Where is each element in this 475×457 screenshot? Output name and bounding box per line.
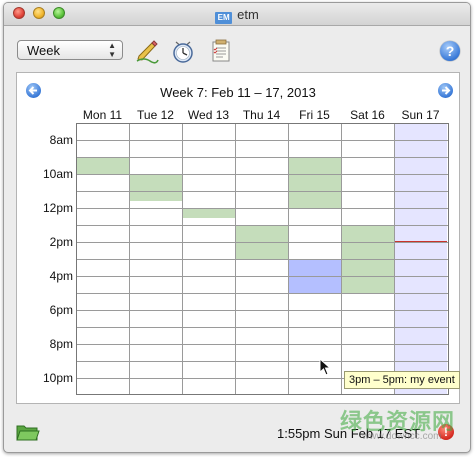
event-block[interactable] [342, 226, 394, 294]
day-header: Wed 13 [187, 108, 230, 122]
hour-label: 12pm [42, 201, 73, 215]
view-select-value: Week [27, 43, 60, 58]
grid-hour-line [77, 259, 448, 260]
week-grid[interactable] [76, 123, 449, 395]
list-icon [212, 39, 230, 62]
grid-hour-line [77, 157, 448, 158]
hour-label: 8pm [49, 337, 73, 351]
grid-day-line [288, 124, 289, 394]
grid-hour-line [77, 208, 448, 209]
status-time-text: 1:55pm Sun Feb 17 EST [277, 426, 421, 441]
grid-hour-line [77, 140, 448, 141]
view-select[interactable]: Week ▲ ▼ [17, 40, 123, 60]
alert-button[interactable]: ! [438, 424, 454, 440]
title-bar[interactable]: EM etm [4, 3, 470, 26]
grid-day-line [394, 124, 395, 394]
app-icon: EM [215, 12, 233, 24]
grid-hour-line [77, 191, 448, 192]
day-header: Thu 14 [242, 108, 281, 122]
day-header: Mon 11 [82, 108, 123, 122]
grid-hour-line [77, 361, 448, 362]
pen-icon [136, 40, 159, 64]
hour-label: 4pm [49, 269, 73, 283]
day-header: Sun 17 [401, 108, 440, 122]
grid-day-line [341, 124, 342, 394]
grid-hour-line [77, 293, 448, 294]
day-header: Fri 15 [299, 108, 330, 122]
event-block[interactable] [289, 158, 341, 209]
next-week-button[interactable] [438, 83, 453, 98]
folder-icon[interactable] [16, 422, 40, 442]
hour-label: 8am [49, 133, 73, 147]
hour-label: 10pm [42, 371, 73, 385]
event-tooltip: 3pm – 5pm: my event [344, 371, 460, 389]
week-calendar-panel: Week 7: Feb 11 – 17, 2013 Mon 11 Tue 12 We… [16, 72, 460, 404]
list-tool-button[interactable] [208, 38, 234, 64]
clock-icon [173, 41, 193, 63]
arrow-right-icon [442, 86, 451, 95]
help-button[interactable]: ? [440, 41, 460, 61]
hour-label: 2pm [49, 235, 73, 249]
selected-event-block[interactable] [289, 260, 341, 294]
event-block[interactable] [77, 158, 129, 175]
status-bar: 1:55pm Sun Feb 17 EST ! [4, 408, 470, 452]
clock-tool-button[interactable] [170, 38, 196, 64]
grid-hour-line [77, 225, 448, 226]
grid-hour-line [77, 242, 448, 243]
event-block[interactable] [236, 226, 288, 260]
app-window: EM etm Week ▲ ▼ ? Week 7: Feb 11 – 17, 2… [3, 2, 471, 453]
event-block[interactable] [183, 209, 235, 218]
grid-day-line [129, 124, 130, 394]
grid-hour-line [77, 310, 448, 311]
edit-tool-button[interactable] [134, 38, 160, 64]
event-block[interactable] [130, 175, 182, 201]
grid-day-line [235, 124, 236, 394]
day-header: Sat 16 [350, 108, 385, 122]
grid-hour-line [77, 327, 448, 328]
week-title: Week 7: Feb 11 – 17, 2013 [160, 85, 316, 100]
hour-label: 6pm [49, 303, 73, 317]
grid-hour-line [77, 276, 448, 277]
toolbar: Week ▲ ▼ ? [4, 26, 470, 70]
hour-label: 10am [42, 167, 73, 181]
grid-hour-line [77, 174, 448, 175]
window-title: EM etm [4, 7, 470, 24]
grid-hour-line [77, 344, 448, 345]
grid-day-line [182, 124, 183, 394]
day-header: Tue 12 [137, 108, 174, 122]
select-arrows-icon: ▲ ▼ [108, 41, 116, 59]
mouse-cursor-icon [319, 358, 331, 376]
window-title-text: etm [237, 7, 259, 22]
